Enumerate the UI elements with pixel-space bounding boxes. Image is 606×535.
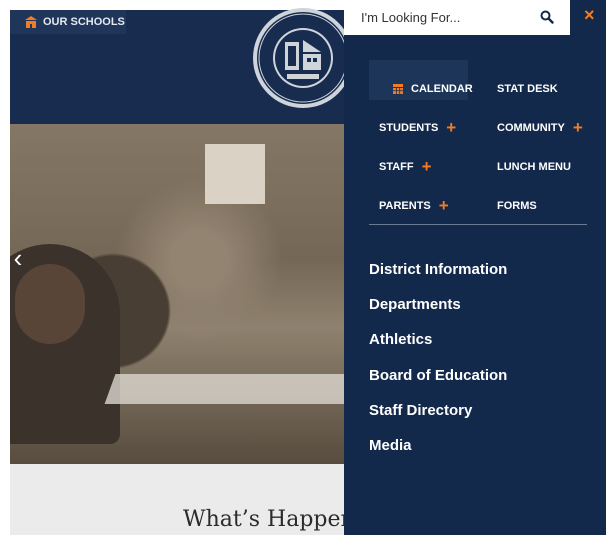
search-icon[interactable] [540,10,554,24]
quick-link-forms[interactable]: FORMS [497,200,537,212]
whats-happening-title: What’s Happening [183,507,344,532]
quick-link-staff[interactable]: STAFF + [379,158,432,175]
search-input[interactable] [361,10,531,25]
plus-icon[interactable]: + [422,158,432,175]
quick-link-lunch-menu[interactable]: LUNCH MENU [497,161,571,173]
hero-slideshow[interactable]: ‹ [10,124,354,464]
nav-link-board-of-education[interactable]: Board of Education [369,367,507,384]
plus-icon[interactable]: + [439,197,449,214]
quick-link-parents[interactable]: PARENTS + [379,197,449,214]
quick-link-label: FORMS [497,200,537,212]
plus-icon[interactable]: + [573,119,583,136]
nav-link-departments[interactable]: Departments [369,296,461,313]
quick-link-calendar[interactable]: CALENDAR [393,83,473,95]
nav-link-district-information[interactable]: District Information [369,261,507,278]
quick-link-students[interactable]: STUDENTS + [379,119,456,136]
nav-link-staff-directory[interactable]: Staff Directory [369,402,472,419]
quick-link-label: COMMUNITY [497,122,565,134]
school-icon [25,16,37,28]
quick-link-label: LUNCH MENU [497,161,571,173]
menu-divider [369,224,587,225]
plus-icon[interactable]: + [446,119,456,136]
our-schools-label: OUR SCHOOLS [43,16,125,28]
quick-link-label: CALENDAR [411,83,473,95]
calendar-icon [393,84,403,94]
our-schools-button[interactable]: OUR SCHOOLS [10,10,126,34]
district-seal-icon[interactable] [251,6,355,110]
quick-link-stat-desk[interactable]: STAT DESK [497,83,558,95]
search-bar [344,0,570,35]
quick-link-label: STAFF [379,161,414,173]
nav-link-athletics[interactable]: Athletics [369,331,432,348]
quick-link-label: PARENTS [379,200,431,212]
quick-link-community[interactable]: COMMUNITY + [497,119,583,136]
hero-prev-arrow-icon[interactable]: ‹ [10,240,30,276]
nav-link-media[interactable]: Media [369,437,412,454]
quick-link-label: STAT DESK [497,83,558,95]
close-menu-button[interactable]: × [584,0,606,35]
quick-link-label: STUDENTS [379,122,439,134]
hero-overlay [10,124,354,464]
